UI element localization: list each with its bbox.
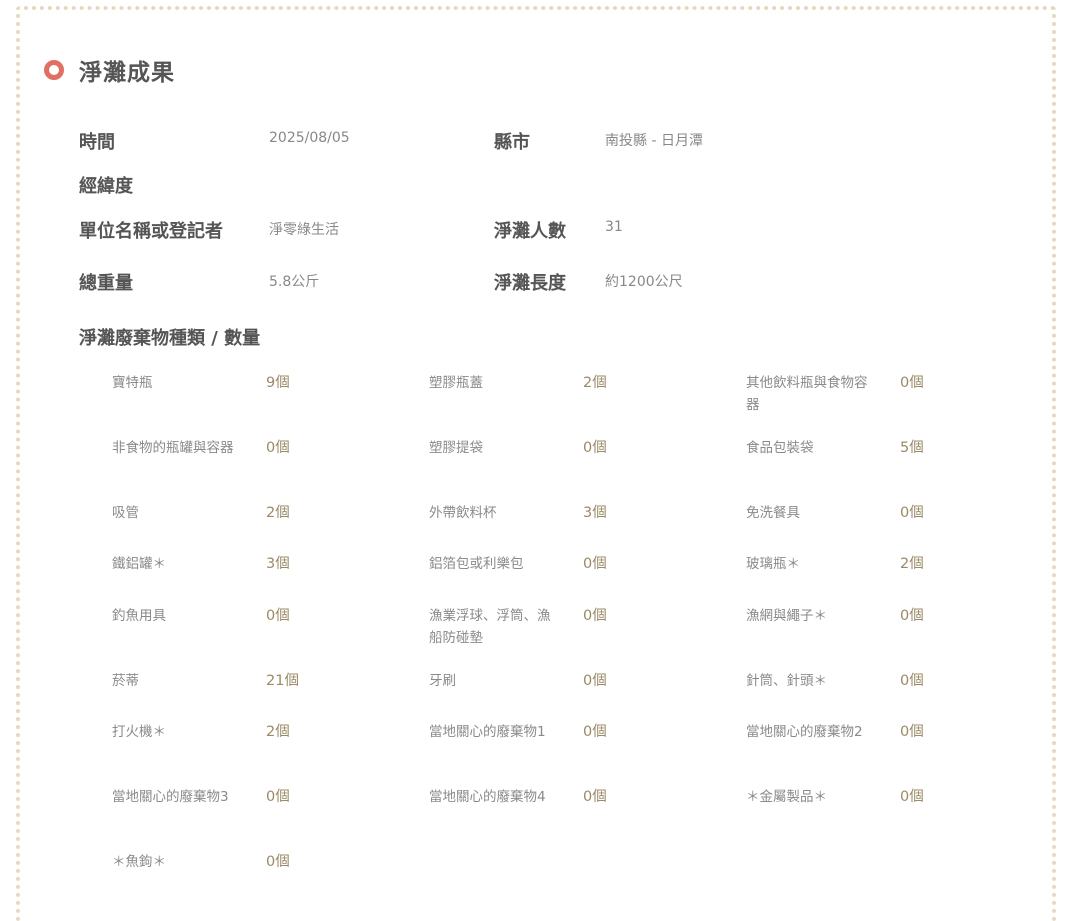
- waste-item-name: 釣魚用具: [112, 608, 166, 624]
- waste-item-qty: 0個: [583, 724, 607, 740]
- waste-item-name: 當地關心的廢棄物4: [429, 789, 546, 805]
- section-title: 淨灘成果: [79, 60, 175, 86]
- waste-item-qty: 21個: [266, 673, 299, 689]
- waste-item-qty: 9個: [266, 375, 290, 391]
- waste-item-name: 當地關心的廢棄物2: [746, 724, 863, 740]
- waste-item-qty: 0個: [900, 505, 924, 521]
- waste-item-qty: 0個: [900, 375, 924, 391]
- waste-item-name: 食品包裝袋: [746, 440, 814, 456]
- waste-item-name: 漁網與繩子＊: [746, 608, 827, 624]
- waste-item-name: 寶特瓶: [112, 375, 153, 391]
- waste-item-qty: 0個: [266, 854, 290, 870]
- waste-item-qty: 0個: [900, 673, 924, 689]
- waste-item-name: ＊金屬製品＊: [746, 789, 827, 805]
- waste-item-qty: 0個: [583, 440, 607, 456]
- unit-label: 單位名稱或登記者: [79, 221, 223, 242]
- weight-label: 總重量: [79, 273, 133, 294]
- waste-item-name: 鋁箔包或利樂包: [429, 556, 524, 572]
- waste-item-qty: 0個: [583, 608, 607, 624]
- county-label: 縣市: [494, 132, 530, 153]
- waste-item-name: 漁業浮球、浮筒、漁船防碰墊: [429, 608, 551, 646]
- waste-item-qty: 0個: [583, 673, 607, 689]
- waste-item-name: 牙刷: [429, 673, 456, 689]
- waste-item-name: 鐵鋁罐＊: [112, 556, 166, 572]
- waste-item-name: ＊魚鉤＊: [112, 854, 166, 870]
- waste-item-qty: 5個: [900, 440, 924, 456]
- waste-item-qty: 2個: [900, 556, 924, 572]
- waste-item-qty: 2個: [583, 375, 607, 391]
- result-card: [16, 6, 1056, 921]
- unit-value: 淨零綠生活: [269, 222, 339, 238]
- waste-item-qty: 3個: [583, 505, 607, 521]
- waste-item-qty: 2個: [266, 505, 290, 521]
- waste-item-qty: 0個: [900, 789, 924, 805]
- time-label: 時間: [79, 132, 115, 153]
- waste-item-qty: 0個: [266, 789, 290, 805]
- weight-value: 5.8公斤: [269, 274, 320, 290]
- waste-item-name: 當地關心的廢棄物1: [429, 724, 546, 740]
- county-value: 南投縣 ‐ 日月潭: [605, 133, 703, 149]
- coords-label: 經緯度: [79, 176, 133, 197]
- waste-item-name: 塑膠提袋: [429, 440, 483, 456]
- section-header: 淨灘成果: [44, 55, 175, 86]
- people-value: 31: [605, 219, 623, 235]
- waste-item-name: 外帶飲料杯: [429, 505, 497, 521]
- waste-item-name: 免洗餐具: [746, 505, 800, 521]
- waste-item-name: 其他飲料瓶與食物容器: [746, 375, 868, 413]
- length-label: 淨灘長度: [494, 273, 566, 294]
- waste-item-qty: 0個: [266, 440, 290, 456]
- waste-item-name: 吸管: [112, 505, 139, 521]
- people-label: 淨灘人數: [494, 221, 566, 242]
- waste-item-name: 當地關心的廢棄物3: [112, 789, 229, 805]
- length-value: 約1200公尺: [605, 274, 683, 290]
- waste-item-name: 非食物的瓶罐與容器: [112, 440, 234, 456]
- waste-item-qty: 2個: [266, 724, 290, 740]
- circle-bullet-icon: [44, 60, 64, 80]
- waste-item-name: 針筒、針頭＊: [746, 673, 827, 689]
- waste-item-name: 菸蒂: [112, 673, 139, 689]
- waste-title: 淨灘廢棄物種類 / 數量: [79, 328, 261, 349]
- waste-item-name: 塑膠瓶蓋: [429, 375, 483, 391]
- time-value: 2025/08/05: [269, 130, 350, 146]
- waste-item-name: 打火機＊: [112, 724, 166, 740]
- waste-item-qty: 0個: [900, 608, 924, 624]
- waste-item-qty: 0個: [583, 789, 607, 805]
- waste-item-qty: 3個: [266, 556, 290, 572]
- waste-item-qty: 0個: [900, 724, 924, 740]
- waste-item-qty: 0個: [583, 556, 607, 572]
- waste-item-name: 玻璃瓶＊: [746, 556, 800, 572]
- waste-item-qty: 0個: [266, 608, 290, 624]
